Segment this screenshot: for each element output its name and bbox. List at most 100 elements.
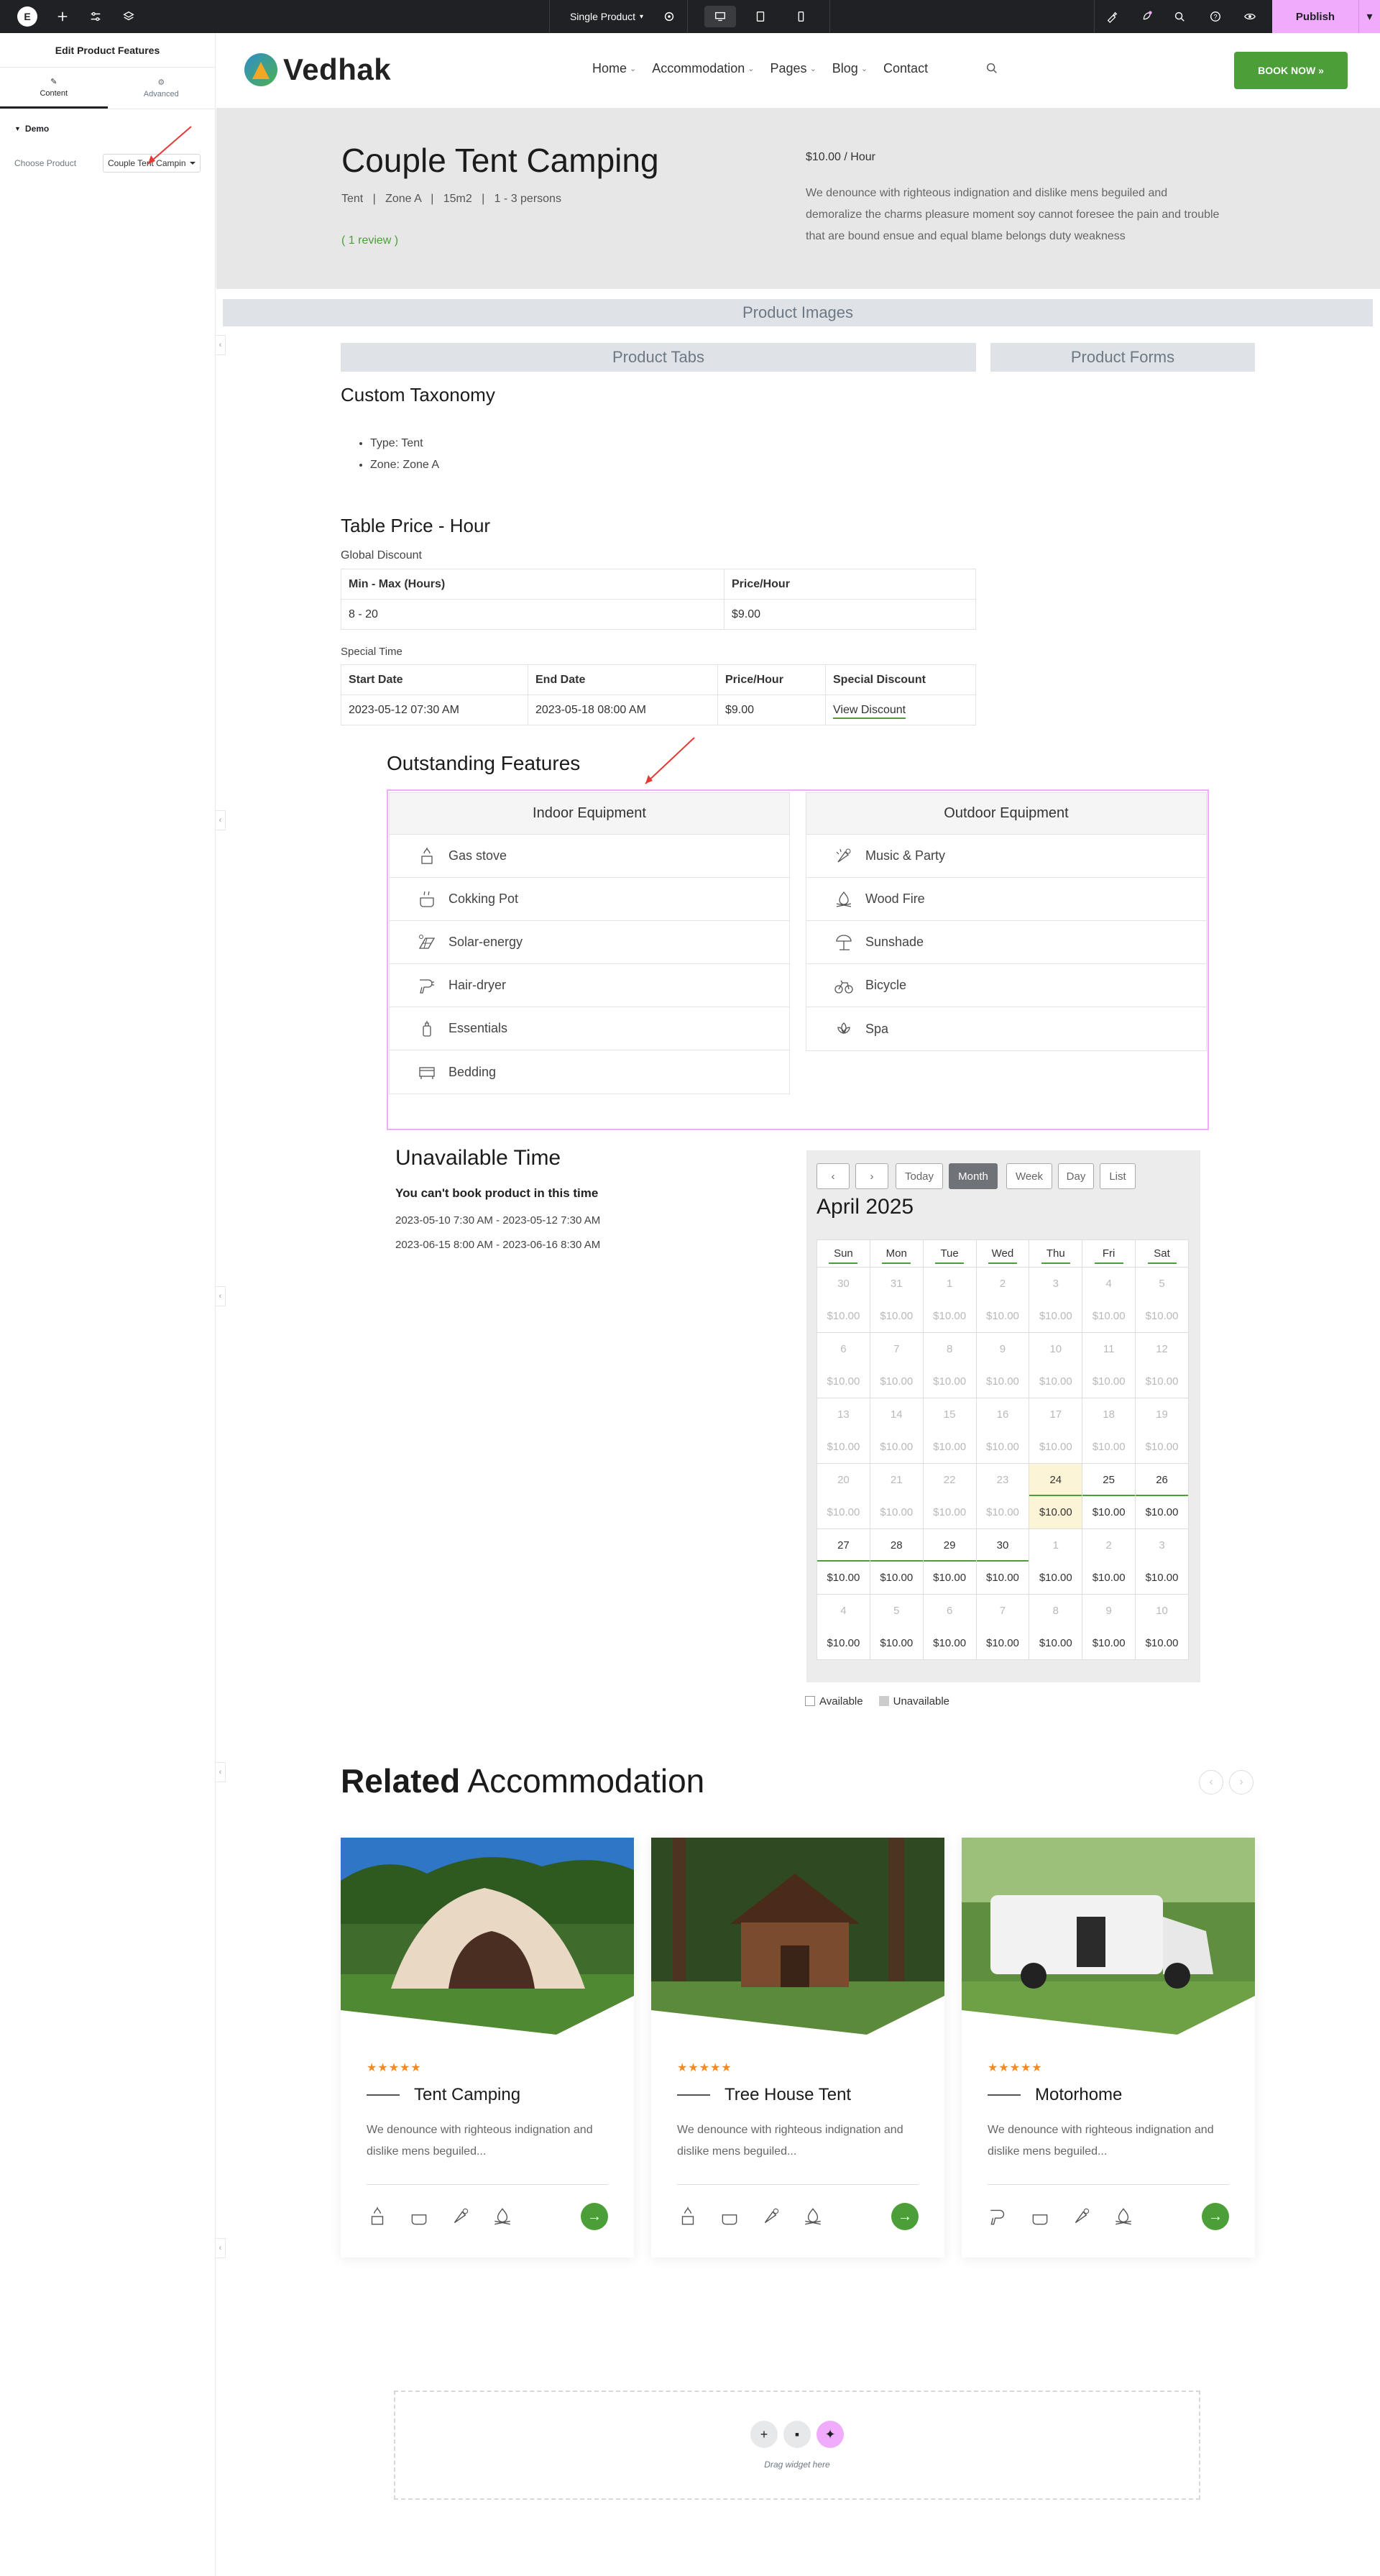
accommodation-card[interactable]: ★★★★★ Motorhome We denounce with righteo… bbox=[962, 1838, 1255, 2258]
calendar-day[interactable]: 30 bbox=[816, 1267, 870, 1300]
nav-item-accommodation[interactable]: Accommodation ⌄ bbox=[652, 61, 754, 76]
publish-button[interactable]: Publish bbox=[1272, 0, 1358, 33]
calendar-day[interactable]: 9 bbox=[1082, 1594, 1136, 1627]
calendar-day[interactable]: 21 bbox=[869, 1463, 924, 1496]
carousel-prev-button[interactable]: ‹ bbox=[1199, 1770, 1223, 1795]
site-settings-brush-icon[interactable] bbox=[1104, 9, 1120, 24]
document-name-dropdown[interactable]: Single Product ▾ bbox=[552, 0, 661, 33]
collapse-handle[interactable]: ‹ bbox=[216, 335, 226, 355]
card-arrow-button[interactable]: → bbox=[581, 2203, 608, 2230]
calendar-day[interactable]: 2 bbox=[1082, 1528, 1136, 1562]
calendar-prev-button[interactable]: ‹ bbox=[816, 1163, 850, 1189]
calendar-day[interactable]: 28 bbox=[869, 1528, 924, 1562]
brand-logo[interactable]: Vedhak bbox=[244, 52, 391, 87]
card-image-tent[interactable] bbox=[341, 1838, 634, 2035]
accommodation-card[interactable]: ★★★★★ Tree House Tent We denounce with r… bbox=[651, 1838, 944, 2258]
view-discount-link[interactable]: View Discount bbox=[833, 703, 906, 719]
calendar-day[interactable]: 5 bbox=[1135, 1267, 1189, 1300]
calendar-day[interactable]: 15 bbox=[922, 1398, 977, 1431]
mobile-view-icon[interactable] bbox=[785, 6, 816, 27]
calendar-day[interactable]: 18 bbox=[1082, 1398, 1136, 1431]
page-settings-gear-icon[interactable] bbox=[661, 9, 677, 24]
product-forms-placeholder[interactable]: Product Forms bbox=[990, 343, 1255, 372]
calendar-today-button[interactable]: Today bbox=[896, 1163, 943, 1189]
elementor-logo-icon[interactable]: E bbox=[17, 6, 37, 27]
calendar-day[interactable]: 8 bbox=[922, 1332, 977, 1365]
calendar-day[interactable]: 3 bbox=[1029, 1267, 1083, 1300]
calendar-day[interactable]: 3 bbox=[1135, 1528, 1189, 1562]
nav-item-blog[interactable]: Blog ⌄ bbox=[832, 61, 868, 76]
calendar-day[interactable]: 26 bbox=[1135, 1463, 1189, 1496]
calendar-day[interactable]: 17 bbox=[1029, 1398, 1083, 1431]
calendar-day[interactable]: 25 bbox=[1082, 1463, 1136, 1496]
nav-item-home[interactable]: Home ⌄ bbox=[592, 61, 636, 76]
calendar-day[interactable]: 6 bbox=[922, 1594, 977, 1627]
collapse-handle[interactable]: ‹ bbox=[216, 1286, 226, 1306]
calendar-day[interactable]: 30 bbox=[975, 1528, 1030, 1562]
calendar-day[interactable]: 7 bbox=[975, 1594, 1030, 1627]
carousel-next-button[interactable]: › bbox=[1229, 1770, 1254, 1795]
calendar-list-button[interactable]: List bbox=[1100, 1163, 1136, 1189]
add-element-icon[interactable] bbox=[55, 9, 70, 24]
calendar-day[interactable]: 2 bbox=[975, 1267, 1030, 1300]
template-library-folder-icon[interactable]: ▪ bbox=[783, 2421, 811, 2448]
calendar-day[interactable]: 9 bbox=[975, 1332, 1030, 1365]
nav-item-contact[interactable]: Contact bbox=[883, 61, 928, 76]
review-link[interactable]: ( 1 review ) bbox=[341, 234, 398, 247]
calendar-next-button[interactable]: › bbox=[855, 1163, 888, 1189]
ai-sparkle-icon[interactable]: ✦ bbox=[816, 2421, 844, 2448]
card-title[interactable]: Tree House Tent bbox=[677, 2085, 851, 2105]
card-image-treehouse[interactable] bbox=[651, 1838, 944, 2035]
accommodation-card[interactable]: ★★★★★ Tent Camping We denounce with righ… bbox=[341, 1838, 634, 2258]
calendar-day[interactable]: 5 bbox=[869, 1594, 924, 1627]
search-icon[interactable] bbox=[985, 62, 998, 78]
calendar-day[interactable]: 13 bbox=[816, 1398, 870, 1431]
card-title[interactable]: Motorhome bbox=[988, 2085, 1122, 2105]
tab-content[interactable]: ✎ Content bbox=[0, 68, 108, 109]
card-title[interactable]: Tent Camping bbox=[367, 2085, 520, 2105]
calendar-day[interactable]: 29 bbox=[922, 1528, 977, 1562]
product-tabs-placeholder[interactable]: Product Tabs bbox=[341, 343, 976, 372]
card-arrow-button[interactable]: → bbox=[1202, 2203, 1229, 2230]
calendar-day[interactable]: 27 bbox=[816, 1528, 870, 1562]
calendar-day[interactable]: 7 bbox=[869, 1332, 924, 1365]
calendar-week-button[interactable]: Week bbox=[1006, 1163, 1052, 1189]
calendar-day[interactable]: 4 bbox=[1082, 1267, 1136, 1300]
add-section-icon[interactable]: + bbox=[750, 2421, 778, 2448]
structure-layers-icon[interactable] bbox=[121, 9, 137, 24]
calendar-day[interactable]: 10 bbox=[1029, 1332, 1083, 1365]
calendar-day[interactable]: 20 bbox=[816, 1463, 870, 1496]
collapse-handle[interactable]: ‹ bbox=[216, 1762, 226, 1782]
card-arrow-button[interactable]: → bbox=[891, 2203, 919, 2230]
calendar-day[interactable]: 16 bbox=[975, 1398, 1030, 1431]
calendar-day[interactable]: 12 bbox=[1135, 1332, 1189, 1365]
add-section-dropzone[interactable]: + ▪ ✦ Drag widget here bbox=[394, 2391, 1200, 2500]
calendar-day[interactable]: 4 bbox=[816, 1594, 870, 1627]
tab-advanced[interactable]: ⚙ Advanced bbox=[108, 68, 216, 109]
calendar-day[interactable]: 23 bbox=[975, 1463, 1030, 1496]
calendar-day-button[interactable]: Day bbox=[1058, 1163, 1094, 1189]
settings-sliders-icon[interactable] bbox=[88, 9, 104, 24]
calendar-day[interactable]: 31 bbox=[869, 1267, 924, 1300]
book-now-button[interactable]: BOOK NOW » bbox=[1234, 52, 1348, 89]
help-icon[interactable]: ? bbox=[1208, 9, 1223, 24]
calendar-day[interactable]: 1 bbox=[1029, 1528, 1083, 1562]
preview-eye-icon[interactable] bbox=[1242, 9, 1258, 24]
calendar-day[interactable]: 8 bbox=[1029, 1594, 1083, 1627]
collapse-handle[interactable]: ‹ bbox=[216, 2238, 226, 2258]
calendar-day[interactable]: 10 bbox=[1135, 1594, 1189, 1627]
card-image-motorhome[interactable] bbox=[962, 1838, 1255, 2035]
nav-item-pages[interactable]: Pages ⌄ bbox=[770, 61, 816, 76]
tablet-view-icon[interactable] bbox=[745, 6, 776, 27]
desktop-view-icon[interactable] bbox=[704, 6, 736, 27]
publish-options-chevron-icon[interactable]: ▾ bbox=[1358, 0, 1380, 33]
calendar-day[interactable]: 24 bbox=[1029, 1463, 1083, 1496]
calendar-month-button[interactable]: Month bbox=[949, 1163, 998, 1189]
collapse-handle[interactable]: ‹ bbox=[216, 810, 226, 830]
calendar-day[interactable]: 22 bbox=[922, 1463, 977, 1496]
notifications-rocket-icon[interactable] bbox=[1138, 9, 1154, 24]
search-icon[interactable] bbox=[1172, 9, 1187, 24]
calendar-day[interactable]: 14 bbox=[869, 1398, 924, 1431]
calendar-day[interactable]: 19 bbox=[1135, 1398, 1189, 1431]
calendar-day[interactable]: 11 bbox=[1082, 1332, 1136, 1365]
